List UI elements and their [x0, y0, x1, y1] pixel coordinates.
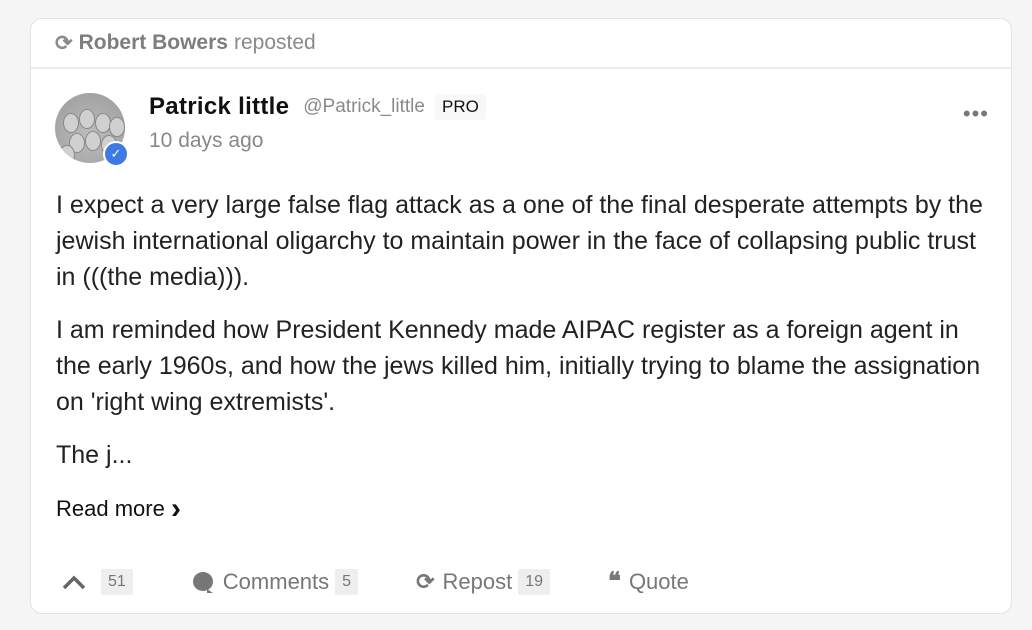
quote-label: Quote: [628, 568, 689, 594]
quote-button[interactable]: ❝ Quote: [608, 567, 689, 596]
repost-action-label: reposted: [233, 31, 316, 54]
comments-button[interactable]: Comments 5: [192, 568, 359, 595]
repost-button[interactable]: ⟳ Repost 19: [416, 568, 551, 595]
post-paragraph: I expect a very large false flag attack …: [56, 191, 983, 291]
chevron-up-icon: [62, 575, 86, 589]
repost-count: 19: [518, 568, 551, 595]
action-bar: 51 Comments 5 ⟳ Repost 19 ❝ Quote: [61, 567, 689, 596]
upvote-button[interactable]: 51: [61, 568, 133, 595]
read-more-link[interactable]: Read more ›: [56, 492, 181, 526]
author-name[interactable]: Patrick little: [149, 93, 289, 121]
pro-badge: PRO: [434, 94, 486, 120]
more-options-icon[interactable]: •••: [963, 101, 989, 127]
repost-icon: ⟳: [55, 31, 73, 55]
reposter-name[interactable]: Robert Bowers: [79, 31, 228, 55]
author-handle[interactable]: @Patrick_little: [303, 96, 425, 118]
repost-header: ⟳ Robert Bowers reposted: [31, 19, 1011, 69]
chevron-right-icon: ›: [170, 492, 181, 525]
author-row: Patrick little @Patrick_little PRO: [149, 93, 486, 121]
comments-label: Comments: [222, 568, 330, 594]
post-body: I expect a very large false flag attack …: [56, 187, 996, 490]
post-paragraph: The j...: [56, 441, 133, 469]
read-more-label: Read more: [56, 496, 165, 521]
upvote-count: 51: [101, 568, 133, 595]
verified-badge-icon: ✓: [103, 141, 129, 167]
quote-icon: ❝: [608, 568, 621, 595]
post-timestamp[interactable]: 10 days ago: [149, 129, 263, 153]
repost-label: Repost: [442, 568, 513, 594]
comment-bubble-icon: [192, 572, 213, 593]
post-card: ⟳ Robert Bowers reposted ✓ Patrick littl…: [30, 18, 1012, 614]
post-paragraph: I am reminded how President Kennedy made…: [56, 316, 981, 416]
repost-icon: ⟳: [416, 568, 435, 594]
comments-count: 5: [335, 568, 359, 595]
